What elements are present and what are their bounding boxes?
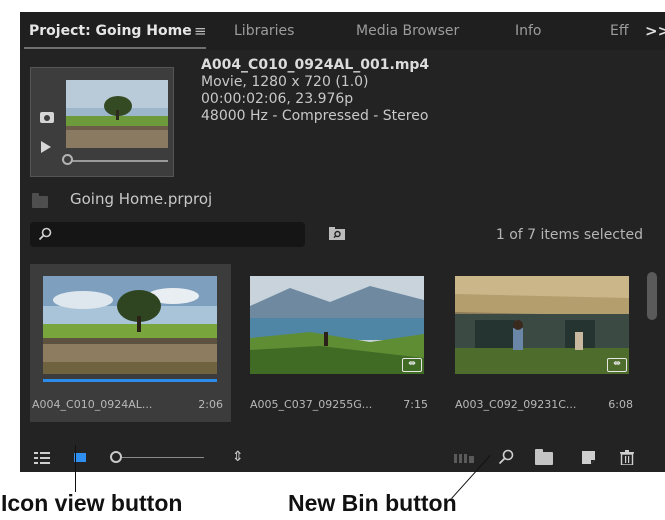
clip-label: A005_C037_09255G... [250,398,373,411]
bottom-toolbar: ⇕ [20,442,665,472]
project-file-name: Going Home.prproj [70,190,213,208]
clip-timecode: 00:00:02:06, 23.976p [201,91,354,107]
clip-item[interactable]: A004_C010_0924AL... 2:06 [30,264,231,422]
selection-status: 1 of 7 items selected [495,227,643,243]
sort-icon[interactable]: ⇕ [232,449,244,472]
preview-scrubber-track[interactable] [68,160,168,162]
callout-leader-line [75,445,76,492]
preview-area [30,67,174,177]
clip-duration: 2:06 [198,398,223,411]
search-icon [38,227,52,241]
automate-to-sequence-icon[interactable] [454,454,474,463]
play-icon[interactable] [41,141,51,153]
find-bin-icon[interactable] [329,226,345,240]
clip-progress-bar [43,379,217,382]
callout-icon-view: Icon view button [1,490,183,516]
zoom-slider[interactable] [122,457,204,458]
find-icon[interactable] [498,449,514,465]
clip-item[interactable]: ⇹ A005_C037_09255G... 7:15 [235,264,436,422]
tab-bar: Project: Going Home ≡ Libraries Media Br… [20,12,665,50]
new-item-icon[interactable] [582,451,595,464]
camera-icon[interactable] [40,112,54,123]
search-box[interactable] [30,222,305,247]
trash-icon[interactable] [620,450,634,465]
zoom-slider-knob[interactable] [110,451,122,463]
panel-menu-icon[interactable]: ≡ [194,12,207,50]
tab-overflow-icon[interactable]: >> [645,12,665,50]
clip-thumbnail [455,276,629,374]
preview-thumbnail [66,80,168,148]
clip-thumbnail [43,276,217,374]
clip-audio: 48000 Hz - Compressed - Stereo [201,108,429,124]
folder-icon [32,193,48,208]
tab-effects[interactable]: Eff [610,12,629,50]
clip-name: A004_C010_0924AL_001.mp4 [201,57,430,73]
clip-label: A003_C092_09231C... [455,398,577,411]
callout-new-bin: New Bin button [288,490,457,516]
grid-scrollbar[interactable] [647,272,657,320]
project-panel: Project: Going Home ≡ Libraries Media Br… [20,12,665,472]
subclip-icon: ⇹ [607,358,627,372]
list-view-icon[interactable] [34,452,50,464]
clip-duration: 7:15 [403,398,428,411]
tab-libraries[interactable]: Libraries [234,12,294,50]
tab-media-browser[interactable]: Media Browser [356,12,459,50]
tab-info[interactable]: Info [515,12,542,50]
search-input[interactable] [58,222,298,247]
active-tab-indicator [24,47,206,49]
clip-item[interactable]: ⇹ A003_C092_09231C... 6:08 [440,264,641,422]
clip-format: Movie, 1280 x 720 (1.0) [201,74,369,90]
preview-playhead-knob[interactable] [62,154,73,165]
clip-duration: 6:08 [608,398,633,411]
clip-grid: A004_C010_0924AL... 2:06 ⇹ A005_C037_092… [30,264,640,424]
tab-project[interactable]: Project: Going Home [29,12,192,50]
clip-label: A004_C010_0924AL... [32,398,153,411]
clip-thumbnail [250,276,424,374]
clip-info: A004_C010_0924AL_001.mp4 Movie, 1280 x 7… [201,57,429,125]
new-bin-button[interactable] [535,449,553,465]
subclip-icon: ⇹ [402,358,422,372]
